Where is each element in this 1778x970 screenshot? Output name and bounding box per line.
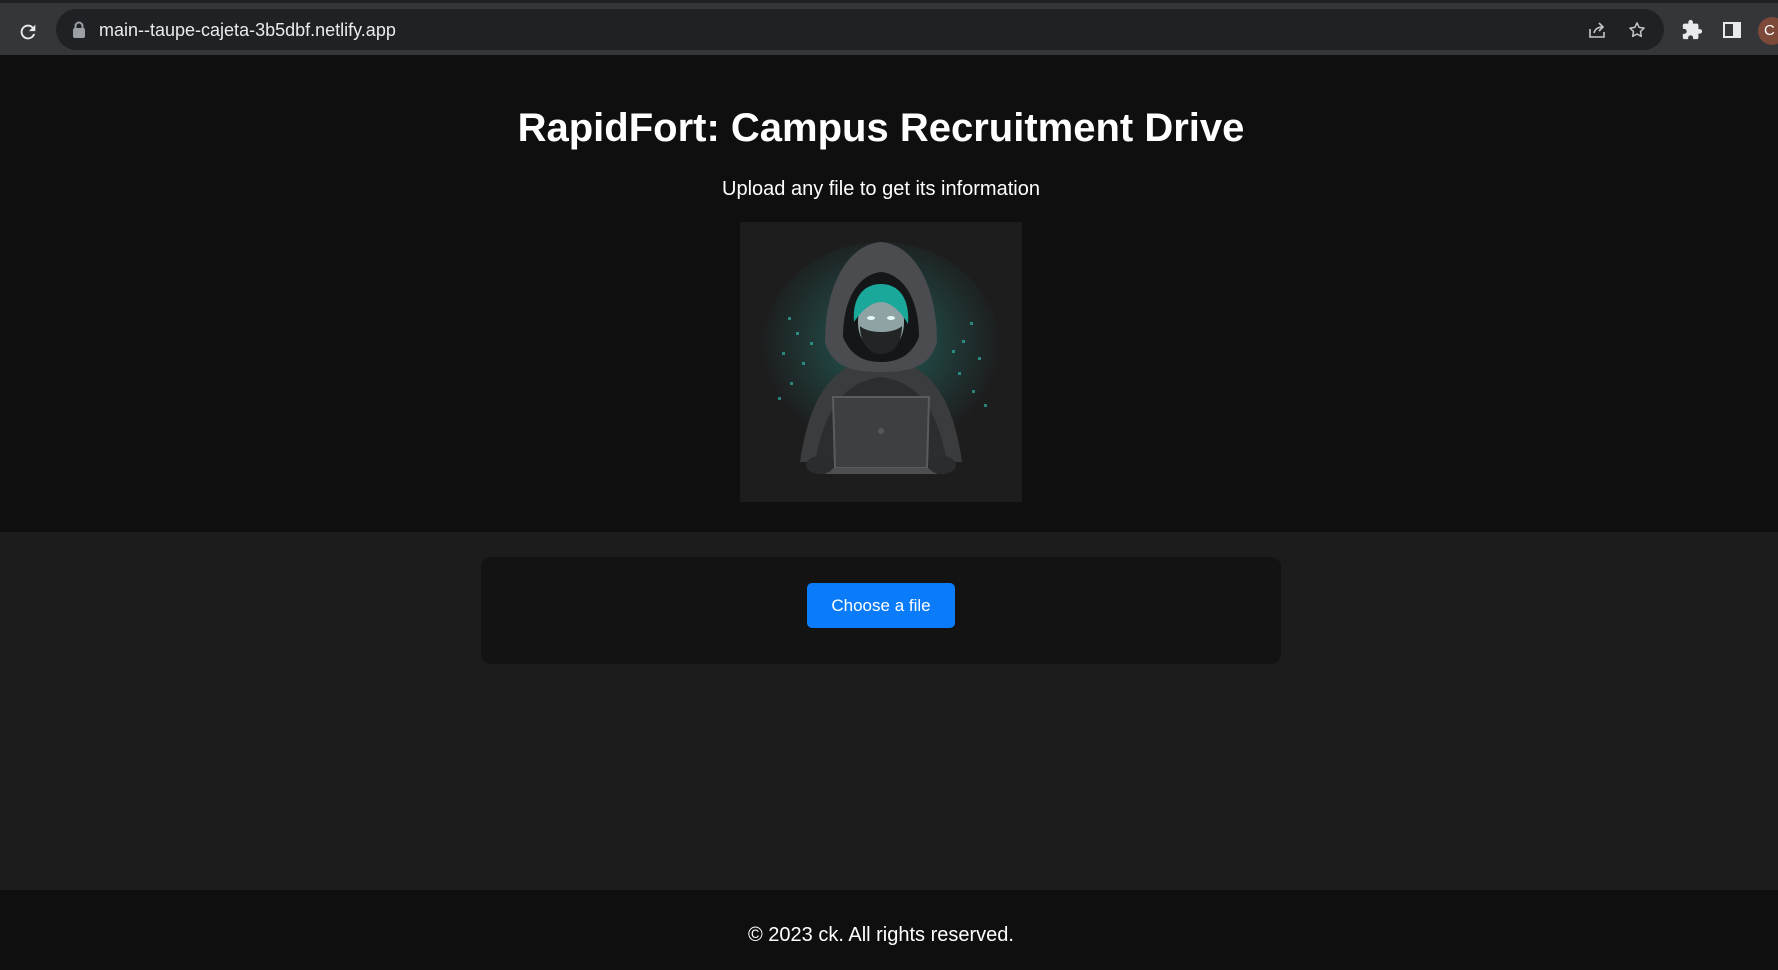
browser-toolbar: main--taupe-cajeta-3b5dbf.netlify.app C <box>0 0 1778 55</box>
page-title: RapidFort: Campus Recruitment Drive <box>517 106 1245 150</box>
upload-card: Choose a file <box>481 557 1281 664</box>
star-icon[interactable] <box>1626 19 1648 41</box>
puzzle-icon[interactable] <box>1681 19 1705 43</box>
profile-avatar[interactable]: C <box>1758 17 1778 45</box>
footer: © 2023 ck. All rights reserved. <box>0 890 1778 970</box>
upload-section: Choose a file <box>0 532 1778 890</box>
reload-icon[interactable] <box>14 18 42 46</box>
choose-file-button[interactable]: Choose a file <box>807 583 955 628</box>
copyright-text: © 2023 ck. All rights reserved. <box>748 924 1014 946</box>
hero-section: RapidFort: Campus Recruitment Drive Uplo… <box>0 55 1778 532</box>
address-bar[interactable]: main--taupe-cajeta-3b5dbf.netlify.app <box>56 9 1664 50</box>
lock-icon[interactable] <box>72 21 88 39</box>
side-panel-icon[interactable] <box>1722 20 1744 42</box>
share-icon[interactable] <box>1586 19 1608 41</box>
hacker-illustration <box>740 222 1022 502</box>
page-subtitle: Upload any file to get its information <box>722 178 1040 200</box>
url-text[interactable]: main--taupe-cajeta-3b5dbf.netlify.app <box>99 20 396 40</box>
